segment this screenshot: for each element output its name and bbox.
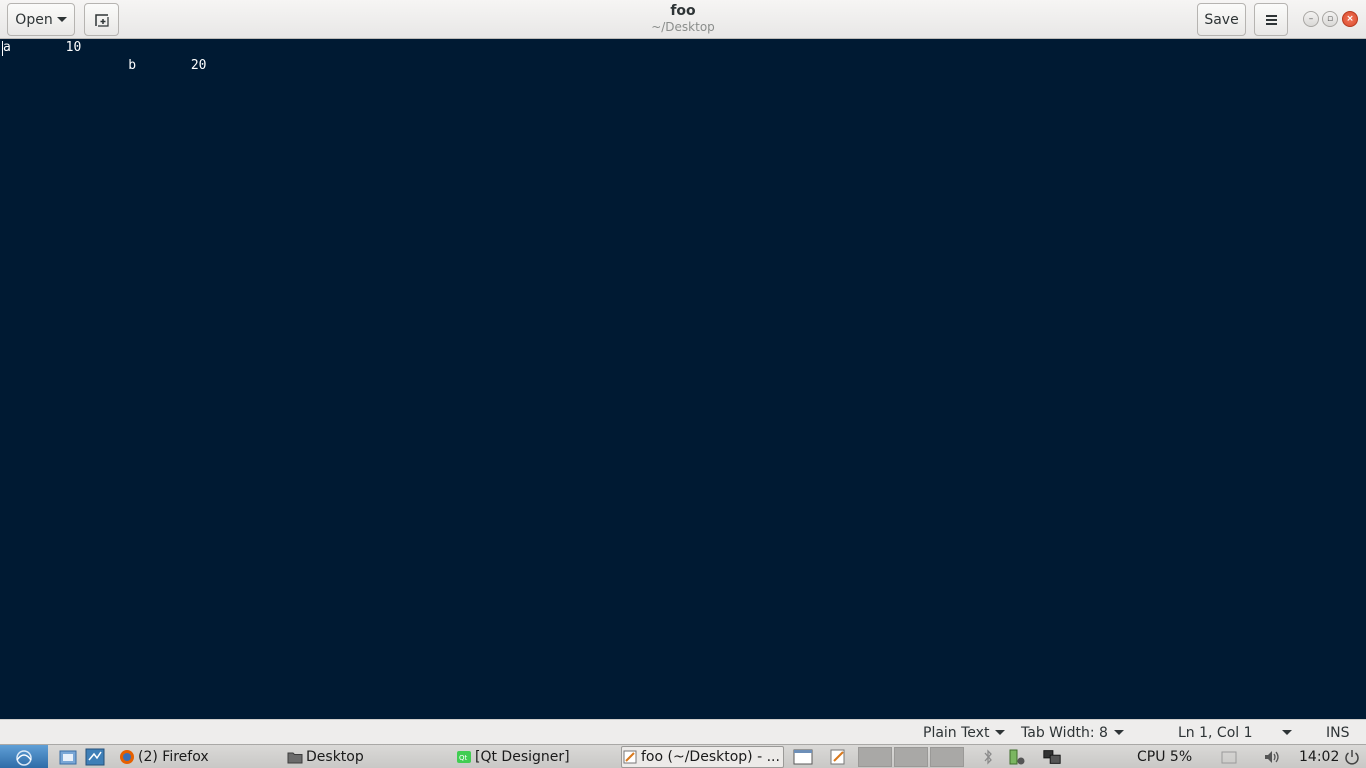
- insert-mode-label: INS: [1326, 724, 1350, 741]
- firefox-icon: [120, 750, 134, 764]
- language-selector[interactable]: Plain Text: [923, 723, 1006, 742]
- keyboard-icon: [1221, 751, 1237, 764]
- power-button[interactable]: [1342, 748, 1362, 766]
- chevron-down-icon: [1282, 730, 1292, 735]
- task-text-editor[interactable]: foo (~/Desktop) - ...: [621, 746, 784, 768]
- close-button[interactable]: ×: [1342, 11, 1358, 27]
- text-editor-icon: [830, 749, 845, 765]
- task-label: [Qt Designer]: [475, 749, 570, 765]
- file-manager-icon: [59, 750, 77, 765]
- file-manager-launcher[interactable]: [58, 748, 78, 766]
- bluetooth-tray[interactable]: [978, 748, 998, 766]
- text-editor-launcher[interactable]: [828, 748, 848, 766]
- task-label: Desktop: [306, 749, 364, 765]
- close-icon: ×: [1346, 13, 1354, 24]
- battery-icon: [1009, 749, 1025, 765]
- task-firefox[interactable]: (2) Firefox: [119, 746, 279, 768]
- text-editor-icon: [623, 750, 637, 764]
- folder-icon: [287, 752, 303, 764]
- keyboard-tray[interactable]: [1219, 748, 1239, 766]
- open-button[interactable]: Open: [7, 3, 75, 36]
- save-button[interactable]: Save: [1197, 3, 1246, 36]
- workspace-1[interactable]: [858, 747, 892, 767]
- bluetooth-icon: [984, 749, 992, 765]
- hamburger-icon: [1265, 13, 1277, 27]
- document-path: ~/Desktop: [651, 20, 715, 34]
- new-tab-icon: [94, 13, 109, 27]
- window-icon: [793, 749, 813, 765]
- network-icon: [85, 748, 105, 766]
- new-document-button[interactable]: [84, 3, 119, 36]
- header-bar: Open foo ~/Desktop Save – ▫ ×: [0, 0, 1366, 39]
- cpu-monitor[interactable]: CPU 5%: [1137, 748, 1192, 766]
- task-desktop[interactable]: Desktop: [287, 746, 447, 768]
- start-menu-icon: [16, 749, 32, 766]
- task-qt-designer[interactable]: Qt [Qt Designer]: [456, 746, 616, 768]
- tab-width-label: Tab Width: 8: [1021, 724, 1108, 741]
- chevron-down-icon: [995, 730, 1006, 735]
- status-bar: Plain Text Tab Width: 8 Ln 1, Col 1 INS: [0, 719, 1366, 744]
- volume-tray[interactable]: [1262, 748, 1282, 766]
- network-tray[interactable]: [1042, 748, 1062, 766]
- network-status-icon: [1043, 750, 1061, 764]
- editor-line-2: b 20: [3, 58, 207, 73]
- insert-mode-indicator: INS: [1326, 723, 1350, 742]
- start-menu-button[interactable]: [0, 745, 48, 768]
- maximize-icon: ▫: [1326, 13, 1334, 24]
- workspace-3[interactable]: [930, 747, 964, 767]
- text-editor[interactable]: a 10 b 20: [0, 39, 1366, 719]
- svg-text:Qt: Qt: [459, 754, 468, 762]
- workspace-2[interactable]: [894, 747, 928, 767]
- minimize-button[interactable]: –: [1303, 11, 1319, 27]
- cursor-position-label: Ln 1, Col 1: [1178, 724, 1253, 741]
- language-label: Plain Text: [923, 724, 990, 741]
- menu-button[interactable]: [1254, 3, 1288, 36]
- document-title: foo: [670, 3, 696, 19]
- task-label: foo (~/Desktop) - ...: [641, 749, 780, 765]
- taskbar: (2) Firefox Desktop Qt [Qt Designer] foo…: [0, 744, 1366, 768]
- window-title: foo ~/Desktop: [483, 3, 883, 35]
- task-label: (2) Firefox: [138, 749, 209, 765]
- chevron-down-icon: [1113, 730, 1124, 735]
- maximize-button[interactable]: ▫: [1322, 11, 1338, 27]
- editor-line-1: a 10: [3, 40, 82, 55]
- cursor-position-selector[interactable]: Ln 1, Col 1: [1178, 723, 1298, 742]
- save-button-label: Save: [1204, 11, 1239, 28]
- open-button-label: Open: [15, 11, 53, 28]
- battery-tray[interactable]: [1007, 748, 1027, 766]
- network-launcher[interactable]: [85, 748, 105, 766]
- clock[interactable]: 14:02: [1299, 748, 1339, 766]
- qt-designer-icon: Qt: [457, 751, 471, 763]
- power-icon: [1345, 750, 1359, 765]
- show-desktop-button[interactable]: [793, 748, 813, 766]
- tab-width-selector[interactable]: Tab Width: 8: [1021, 723, 1124, 742]
- minimize-icon: –: [1308, 13, 1314, 24]
- volume-icon: [1265, 751, 1279, 763]
- chevron-down-icon: [56, 17, 67, 22]
